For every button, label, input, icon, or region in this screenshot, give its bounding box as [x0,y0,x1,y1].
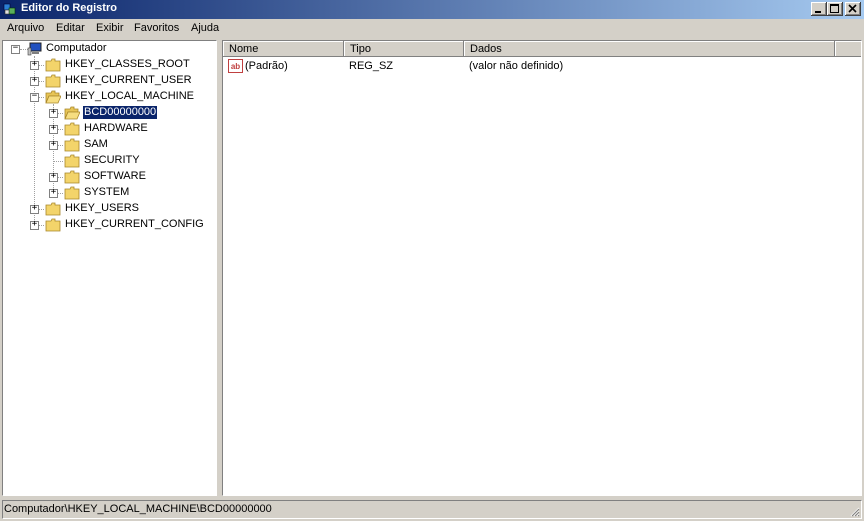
column-header-dados[interactable]: Dados [464,41,835,57]
tree-node-hkey-users[interactable]: + HKEY_USERS [3,201,213,217]
value-name: (Padrão) [245,60,288,72]
registry-editor-window: Editor do Registro Arquivo Editar Exibir… [0,0,864,521]
tree-label[interactable]: HARDWARE [83,122,149,135]
folder-icon [45,202,61,216]
values-list-pane[interactable]: Nome Tipo Dados ab (Padrão) REG_SZ (valo… [222,40,862,496]
collapse-toggle[interactable]: − [30,91,39,102]
expand-toggle[interactable]: + [49,139,58,150]
tree-label[interactable]: SOFTWARE [83,170,147,183]
folder-icon [45,218,61,232]
status-bar: Computador\HKEY_LOCAL_MACHINE\BCD0000000… [2,500,862,519]
tree-label[interactable]: HKEY_CURRENT_USER [64,74,193,87]
tree-node-hkey-current-user[interactable]: + HKEY_CURRENT_USER [3,73,213,89]
tree-label[interactable]: SYSTEM [83,186,130,199]
menu-bar: Arquivo Editar Exibir Favoritos Ajuda [0,19,864,38]
menu-exibir[interactable]: Exibir [96,22,124,34]
folder-icon [64,154,80,168]
title-bar[interactable]: Editor do Registro [0,0,864,19]
tree-node-hkey-current-config[interactable]: + HKEY_CURRENT_CONFIG [3,217,213,233]
tree-label[interactable]: HKEY_USERS [64,202,140,215]
folder-icon [64,122,80,136]
window-title: Editor do Registro [21,2,117,14]
expand-toggle[interactable]: + [30,75,39,86]
value-row[interactable]: ab (Padrão) REG_SZ (valor não definido) [223,58,835,74]
tree-label-computador[interactable]: Computador [45,42,108,55]
menu-editar[interactable]: Editar [56,22,85,34]
tree-node-system[interactable]: + SYSTEM [3,185,213,201]
open-folder-icon [64,106,80,120]
resize-grip-icon[interactable] [848,505,860,517]
tree-label[interactable]: HKEY_CLASSES_ROOT [64,58,191,71]
minimize-icon [815,11,821,13]
expand-toggle[interactable]: + [49,187,58,198]
key-tree-pane[interactable]: − Computador + HKEY_CLASSES_ROOT + HKEY_… [2,40,217,496]
tree-label[interactable]: HKEY_CURRENT_CONFIG [64,218,205,231]
expand-toggle[interactable]: + [49,171,58,182]
folder-icon [45,74,61,88]
computer-icon [27,42,42,56]
status-path: Computador\HKEY_LOCAL_MACHINE\BCD0000000… [4,503,272,515]
expand-toggle[interactable]: + [30,219,39,230]
folder-icon [64,138,80,152]
tree-label[interactable]: HKEY_LOCAL_MACHINE [64,90,195,103]
tree-label[interactable]: SAM [83,138,109,151]
collapse-toggle[interactable]: − [11,43,20,54]
value-type: REG_SZ [349,60,394,72]
close-icon [848,4,857,13]
minimize-button[interactable] [811,2,827,16]
menu-ajuda[interactable]: Ajuda [191,22,219,34]
tree-label-selected[interactable]: BCD00000000 [81,105,159,120]
column-header-tipo[interactable]: Tipo [344,41,464,57]
menu-favoritos[interactable]: Favoritos [134,22,179,34]
menu-arquivo[interactable]: Arquivo [7,22,44,34]
regedit-app-icon [3,3,16,15]
tree-node-bcd00000000[interactable]: + BCD00000000 [3,105,213,121]
column-header-filler [835,41,861,57]
tree-node-software[interactable]: + SOFTWARE [3,169,213,185]
tree-node-security[interactable]: SECURITY [3,153,213,169]
value-data: (valor não definido) [469,60,564,72]
close-button[interactable] [845,2,861,16]
folder-icon [64,170,80,184]
tree-node-hkey-local-machine[interactable]: − HKEY_LOCAL_MACHINE [3,89,213,105]
open-folder-icon [45,90,61,104]
column-header-nome[interactable]: Nome [223,41,344,57]
tree-node-computador[interactable]: − Computador [3,41,213,57]
expand-toggle[interactable]: + [49,107,58,118]
string-value-icon: ab [228,59,243,73]
tree-node-sam[interactable]: + SAM [3,137,213,153]
maximize-button[interactable] [827,2,843,16]
expand-toggle[interactable]: + [49,123,58,134]
expand-toggle[interactable]: + [30,203,39,214]
tree-node-hardware[interactable]: + HARDWARE [3,121,213,137]
svg-text:ab: ab [231,62,240,71]
expand-toggle[interactable]: + [30,59,39,70]
tree-label[interactable]: SECURITY [83,154,141,167]
maximize-icon [830,4,839,13]
folder-icon [64,186,80,200]
tree-node-hkey-classes-root[interactable]: + HKEY_CLASSES_ROOT [3,57,213,73]
folder-icon [45,58,61,72]
